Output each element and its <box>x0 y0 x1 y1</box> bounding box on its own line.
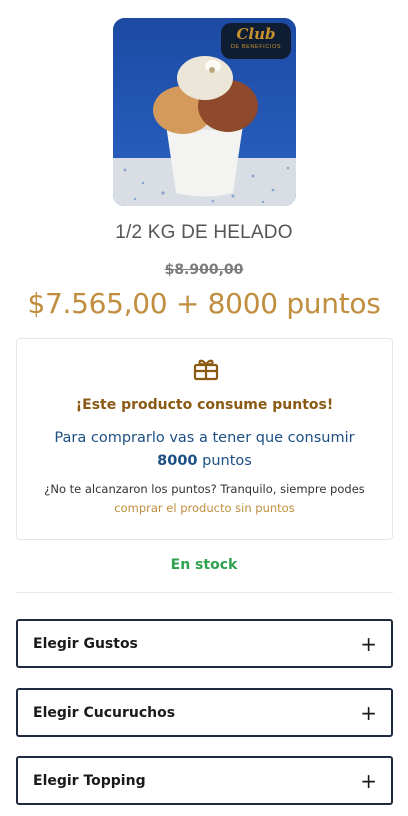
points-info-box: ¡Este producto consume puntos! Para comp… <box>16 338 393 540</box>
points-amount: 8000 <box>157 453 198 469</box>
points-description: Para comprarlo vas a tener que consumir … <box>17 427 392 473</box>
points-text-before: Para comprarlo vas a tener que consumir <box>54 430 355 446</box>
divider <box>16 592 393 593</box>
option-label: Elegir Cucuruchos <box>33 704 176 721</box>
option-elegir-cucuruchos[interactable]: Elegir Cucuruchos + <box>16 688 393 737</box>
stock-status: En stock <box>170 557 238 573</box>
club-badge-title: Club <box>236 25 276 43</box>
points-heading: ¡Este producto consume puntos! <box>75 397 334 413</box>
plus-icon: + <box>360 768 377 793</box>
option-label: Elegir Topping <box>33 772 146 789</box>
gift-icon <box>193 359 219 381</box>
club-badge-subtitle: DE BENEFICIOS <box>230 44 282 50</box>
option-elegir-gustos[interactable]: Elegir Gustos + <box>16 619 393 668</box>
points-text-after: puntos <box>202 453 252 469</box>
product-title: 1/2 KG DE HELADO <box>115 222 293 243</box>
plus-icon: + <box>360 631 377 656</box>
buy-without-points-link[interactable]: comprar el producto sin puntos <box>114 501 294 515</box>
plus-icon: + <box>360 700 377 725</box>
club-badge: Club DE BENEFICIOS <box>221 23 291 59</box>
option-elegir-topping[interactable]: Elegir Topping + <box>16 756 393 805</box>
option-label: Elegir Gustos <box>33 635 138 652</box>
price: $7.565,00 + 8000 puntos <box>27 287 381 320</box>
old-price: $8.900,00 <box>164 262 244 278</box>
points-help: ¿No te alcanzaron los puntos? Tranquilo,… <box>17 480 392 518</box>
points-help-text: ¿No te alcanzaron los puntos? Tranquilo,… <box>44 482 365 496</box>
